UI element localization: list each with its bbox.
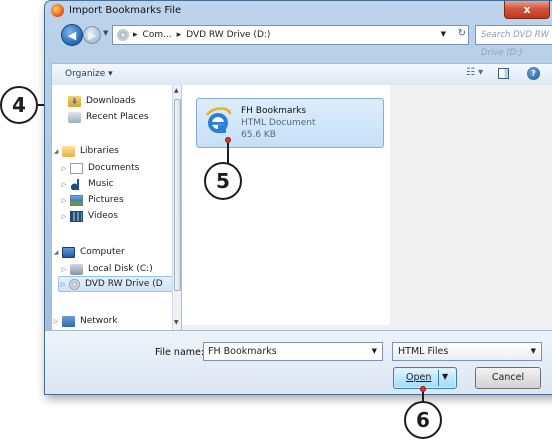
nav-item-music[interactable]: ▷ Music [60,176,114,192]
help-icon[interactable]: ? [527,67,540,80]
file-list: FH Bookmarks HTML Document 65.6 KB [182,85,552,330]
chevron-right-icon: ▸ [133,30,138,40]
nav-item-label: Pictures [88,195,124,205]
back-button[interactable]: ◀ [61,24,83,46]
file-size: 65.6 KB [241,130,276,140]
scroll-up-icon[interactable]: ▲ [174,87,179,94]
expand-arrow-icon[interactable]: ◢ [52,249,60,256]
cancel-button[interactable]: Cancel [475,367,541,389]
expand-arrow-icon[interactable]: ▷ [60,266,68,273]
command-bar: Organize ▾ ☷ ▾ ? [51,63,552,85]
downloads-folder-icon [68,95,81,107]
expand-arrow-icon[interactable]: ▷ [60,197,68,204]
nav-item-label: Music [88,179,114,189]
chevron-right-icon: ▸ [176,30,182,40]
dvd-drive-icon [117,29,129,41]
breadcrumb-computer[interactable]: Com... [143,30,172,40]
preview-pane-icon[interactable] [498,68,509,79]
expand-arrow-icon[interactable]: ▷ [52,318,60,325]
scroll-down-icon[interactable]: ▼ [174,319,179,326]
refresh-icon[interactable]: ↻ [458,28,466,39]
import-bookmarks-dialog: Import Bookmarks File x ◀ ▶ ▼ ▸ Com... ▸… [44,0,552,395]
chevron-down-icon: ▼ [530,347,536,355]
navigation-pane: Downloads Recent Places ◢ Libraries ▷ Do… [51,85,180,330]
nav-item-label: Documents [88,163,140,173]
expand-arrow-icon[interactable]: ▷ [60,213,68,220]
nav-item-label: Computer [80,247,125,257]
chevron-down-icon[interactable]: ▼ [372,343,377,360]
network-icon [62,315,75,327]
nav-item-label: Videos [88,211,118,221]
nav-item-local-disk[interactable]: ▷ Local Disk (C:) [60,261,153,277]
recent-places-icon [68,111,81,123]
nav-item-network[interactable]: ▷ Network [52,313,118,329]
nav-item-label: Downloads [86,96,136,106]
window-title: Import Bookmarks File [69,5,182,16]
internet-explorer-icon [205,107,232,133]
file-name-value: FH Bookmarks [208,346,277,357]
address-dropdown-icon[interactable]: ▼ [441,30,446,38]
close-button[interactable]: x [504,1,550,19]
forward-button[interactable]: ▶ [83,26,101,44]
nav-item-dvd-drive[interactable]: ▷ DVD RW Drive (D [58,276,180,292]
nav-item-label: DVD RW Drive (D [85,279,163,289]
expand-arrow-icon[interactable]: ▷ [59,281,67,288]
navigation-scrollbar[interactable]: ▲ ▼ [172,85,181,330]
open-options-dropdown-icon[interactable]: ▼ [442,372,448,381]
breadcrumb-dvd-drive[interactable]: DVD RW Drive (D:) [186,30,270,40]
nav-item-videos[interactable]: ▷ Videos [60,208,118,224]
open-button-label: Open [406,372,432,383]
file-type-value: HTML Files [398,346,449,357]
expand-arrow-icon[interactable]: ▷ [60,165,68,172]
file-name-label: File name: [155,347,205,358]
file-type: HTML Document [241,118,316,128]
nav-item-libraries[interactable]: ◢ Libraries [52,143,119,159]
file-name-field[interactable]: FH Bookmarks ▼ [203,342,383,361]
callout-5: 5 [204,162,242,200]
scrollbar-thumb[interactable] [174,99,181,291]
search-input[interactable]: Search DVD RW Drive (D:) ⚲ [475,25,552,58]
libraries-icon [62,145,75,157]
expand-arrow-icon[interactable]: ◢ [52,148,60,155]
nav-item-downloads[interactable]: Downloads [58,93,135,109]
content-background [390,85,552,330]
nav-item-label: Local Disk (C:) [88,264,153,274]
callout-5-leader [227,143,229,164]
dvd-drive-icon [69,278,80,290]
change-view-icon[interactable]: ☷ ▾ [466,67,483,78]
split-divider [438,370,439,386]
dialog-footer: File name: FH Bookmarks ▼ HTML Files ▼ O… [45,330,552,394]
computer-icon [62,246,75,258]
search-placeholder: Search DVD RW Drive (D:) [481,30,550,58]
nav-item-label: Libraries [80,146,119,156]
callout-6: 6 [404,401,442,439]
file-type-select[interactable]: HTML Files ▼ [392,342,542,361]
documents-icon [70,162,83,174]
nav-item-label: Recent Places [86,112,149,122]
nav-item-recent-places[interactable]: Recent Places [58,109,149,125]
address-row: ◀ ▶ ▼ ▸ Com... ▸ DVD RW Drive (D:) ▼ ↻ S… [45,23,552,58]
expand-arrow-icon[interactable]: ▷ [60,181,68,188]
organize-menu[interactable]: Organize ▾ [65,69,113,79]
pictures-icon [70,194,83,206]
recent-pages-dropdown[interactable]: ▼ [103,29,108,37]
open-button[interactable]: Open ▼ [393,367,457,389]
file-name: FH Bookmarks [241,106,307,116]
videos-icon [70,210,83,222]
music-icon [70,178,83,190]
nav-item-pictures[interactable]: ▷ Pictures [60,192,124,208]
nav-item-documents[interactable]: ▷ Documents [60,160,139,176]
callout-4: 4 [0,86,38,124]
title-bar: Import Bookmarks File x [45,1,552,21]
firefox-icon [51,4,64,17]
local-disk-icon [70,263,83,275]
nav-item-computer[interactable]: ◢ Computer [52,244,125,260]
address-bar[interactable]: ▸ Com... ▸ DVD RW Drive (D:) ▼ ↻ [112,25,469,45]
nav-item-label: Network [80,316,118,326]
